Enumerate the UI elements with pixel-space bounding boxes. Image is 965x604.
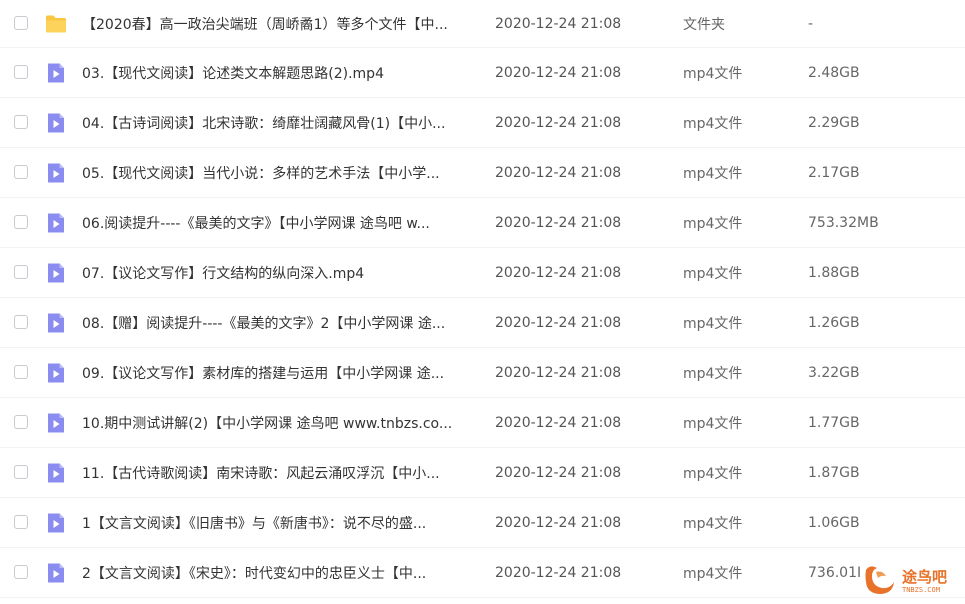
file-size: 2.17GB: [808, 164, 860, 181]
file-size: 1.06GB: [808, 514, 860, 531]
file-type: mp4文件: [683, 515, 743, 532]
folder-icon: [46, 15, 66, 32]
list-item[interactable]: 09.【议论文写作】素材库的搭建与运用【中小学网课 途... 2020-12-2…: [0, 348, 965, 398]
file-list: 【2020春】高一政治尖端班（周峤矞1）等多个文件【中... 2020-12-2…: [0, 0, 965, 598]
file-name[interactable]: 2【文言文阅读】《宋史》：时代变幻中的忠臣义士【中...: [82, 563, 426, 583]
row-checkbox[interactable]: [14, 164, 28, 179]
file-date: 2020-12-24 21:08: [495, 564, 622, 581]
file-date: 2020-12-24 21:08: [495, 64, 622, 81]
video-file-icon: [48, 313, 64, 332]
video-file-icon: [48, 113, 64, 132]
file-type: mp4文件: [683, 315, 743, 332]
row-checkbox[interactable]: [14, 264, 28, 279]
list-item[interactable]: 05.【现代文阅读】当代小说：多样的艺术手法【中小学... 2020-12-24…: [0, 148, 965, 198]
list-item[interactable]: 08.【赠】阅读提升----《最美的文字》2【中小学网课 途... 2020-1…: [0, 298, 965, 348]
file-size: 3.22GB: [808, 364, 860, 381]
row-checkbox[interactable]: [14, 464, 28, 479]
video-file-icon: [48, 563, 64, 582]
file-size: 753.32MB: [808, 214, 879, 231]
watermark-subtext: TNBZS.COM: [902, 586, 940, 594]
bird-logo-icon: [865, 566, 894, 594]
row-checkbox[interactable]: [14, 514, 28, 529]
video-file-icon: [48, 213, 64, 232]
file-name[interactable]: 【2020春】高一政治尖端班（周峤矞1）等多个文件【中...: [82, 14, 448, 34]
file-type: mp4文件: [683, 365, 743, 382]
video-file-icon: [48, 63, 64, 82]
file-date: 2020-12-24 21:08: [495, 464, 622, 481]
file-name[interactable]: 05.【现代文阅读】当代小说：多样的艺术手法【中小学...: [82, 163, 440, 183]
file-date: 2020-12-24 21:08: [495, 314, 622, 331]
file-size: 1.88GB: [808, 264, 860, 281]
row-checkbox[interactable]: [14, 364, 28, 379]
file-date: 2020-12-24 21:08: [495, 414, 622, 431]
file-type: mp4文件: [683, 115, 743, 132]
file-name[interactable]: 1【文言文阅读】《旧唐书》与《新唐书》：说不尽的盛...: [82, 513, 426, 533]
watermark-text: 途鸟吧: [902, 568, 948, 586]
file-date: 2020-12-24 21:08: [495, 364, 622, 381]
file-date: 2020-12-24 21:08: [495, 264, 622, 281]
file-name[interactable]: 03.【现代文阅读】论述类文本解题思路(2).mp4: [82, 63, 384, 83]
file-name[interactable]: 04.【古诗词阅读】北宋诗歌：绮靡壮阔藏风骨(1)【中小...: [82, 113, 445, 133]
row-checkbox[interactable]: [14, 114, 28, 129]
video-file-icon: [48, 413, 64, 432]
list-item[interactable]: 【2020春】高一政治尖端班（周峤矞1）等多个文件【中... 2020-12-2…: [0, 0, 965, 48]
file-name[interactable]: 11.【古代诗歌阅读】南宋诗歌：风起云涌叹浮沉【中小...: [82, 463, 440, 483]
file-date: 2020-12-24 21:08: [495, 514, 622, 531]
file-date: 2020-12-24 21:08: [495, 164, 622, 181]
file-type: mp4文件: [683, 65, 743, 82]
video-file-icon: [48, 163, 64, 182]
file-name[interactable]: 09.【议论文写作】素材库的搭建与运用【中小学网课 途...: [82, 363, 444, 383]
file-name[interactable]: 10.期中测试讲解(2)【中小学网课 途鸟吧 www.tnbzs.co...: [82, 413, 452, 433]
file-size: 1.26GB: [808, 314, 860, 331]
file-size: 1.77GB: [808, 414, 860, 431]
file-date: 2020-12-24 21:08: [495, 114, 622, 131]
file-date: 2020-12-24 21:08: [495, 15, 622, 32]
file-name[interactable]: 06.阅读提升----《最美的文字》【中小学网课 途鸟吧 w...: [82, 213, 430, 233]
list-item[interactable]: 04.【古诗词阅读】北宋诗歌：绮靡壮阔藏风骨(1)【中小... 2020-12-…: [0, 98, 965, 148]
file-type: 文件夹: [683, 16, 725, 33]
file-type: mp4文件: [683, 215, 743, 232]
file-size: 2.48GB: [808, 64, 860, 81]
row-checkbox[interactable]: [14, 64, 28, 79]
row-checkbox[interactable]: [14, 15, 28, 30]
list-item[interactable]: 07.【议论文写作】行文结构的纵向深入.mp4 2020-12-24 21:08…: [0, 248, 965, 298]
file-type: mp4文件: [683, 415, 743, 432]
row-checkbox[interactable]: [14, 414, 28, 429]
file-type: mp4文件: [683, 565, 743, 582]
row-checkbox[interactable]: [14, 564, 28, 579]
file-name[interactable]: 08.【赠】阅读提升----《最美的文字》2【中小学网课 途...: [82, 313, 445, 333]
list-item[interactable]: 06.阅读提升----《最美的文字》【中小学网课 途鸟吧 w... 2020-1…: [0, 198, 965, 248]
file-date: 2020-12-24 21:08: [495, 214, 622, 231]
file-name[interactable]: 07.【议论文写作】行文结构的纵向深入.mp4: [82, 263, 364, 283]
file-size: 1.87GB: [808, 464, 860, 481]
row-checkbox[interactable]: [14, 214, 28, 229]
list-item[interactable]: 03.【现代文阅读】论述类文本解题思路(2).mp4 2020-12-24 21…: [0, 48, 965, 98]
file-size: -: [808, 15, 814, 32]
list-item[interactable]: 1【文言文阅读】《旧唐书》与《新唐书》：说不尽的盛... 2020-12-24 …: [0, 498, 965, 548]
file-size: 2.29GB: [808, 114, 860, 131]
file-type: mp4文件: [683, 165, 743, 182]
video-file-icon: [48, 363, 64, 382]
site-watermark: 途鸟吧 TNBZS.COM: [860, 560, 960, 600]
file-type: mp4文件: [683, 265, 743, 282]
file-size: 736.01I: [808, 564, 862, 581]
video-file-icon: [48, 463, 64, 482]
list-item[interactable]: 2【文言文阅读】《宋史》：时代变幻中的忠臣义士【中... 2020-12-24 …: [0, 548, 965, 598]
list-item[interactable]: 10.期中测试讲解(2)【中小学网课 途鸟吧 www.tnbzs.co... 2…: [0, 398, 965, 448]
file-type: mp4文件: [683, 465, 743, 482]
video-file-icon: [48, 513, 64, 532]
video-file-icon: [48, 263, 64, 282]
list-item[interactable]: 11.【古代诗歌阅读】南宋诗歌：风起云涌叹浮沉【中小... 2020-12-24…: [0, 448, 965, 498]
row-checkbox[interactable]: [14, 314, 28, 329]
